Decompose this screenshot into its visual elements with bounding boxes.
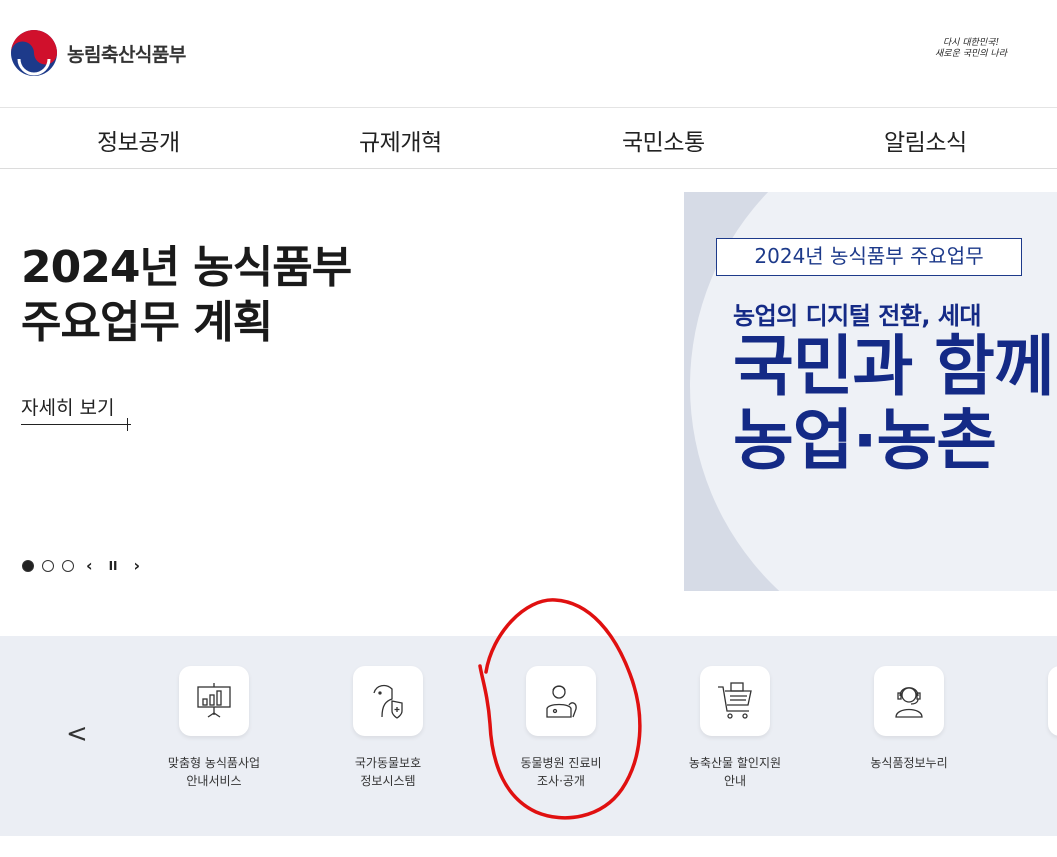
- veterinarian-icon: [546, 685, 577, 718]
- nav-item-regulatory-reform[interactable]: 규제개혁: [359, 123, 442, 157]
- service-item-animal-protection[interactable]: 국가동물보호 정보시스템: [308, 666, 468, 790]
- slide-dot-1[interactable]: [22, 559, 34, 572]
- site-header: 농림축산식품부 다시 대한민국! 새로운 국민의 나라: [0, 0, 1057, 108]
- banner-subtitle: 농업의 디지털 전환, 세대: [733, 302, 981, 330]
- service-label: 스: [1003, 754, 1057, 772]
- service-item-discount-support[interactable]: 농축산물 할인지원 안내: [655, 666, 815, 790]
- banner-main-text: 국민과 함께 농업·농촌: [733, 328, 1055, 479]
- dog-shield-icon: [373, 684, 403, 719]
- hero-banner[interactable]: 2024년 농식품부 주요업무 농업의 디지털 전환, 세대 국민과 함께 농업…: [684, 192, 1057, 591]
- presentation-board-icon: [197, 683, 231, 718]
- hero-title-line-2: 주요업무 계획: [21, 297, 273, 348]
- slogan: 다시 대한민국! 새로운 국민의 나라: [926, 38, 1016, 60]
- view-details-plus-tick: [127, 418, 128, 431]
- banner-label-box: 2024년 농식품부 주요업무: [716, 238, 1022, 276]
- nav-item-news[interactable]: 알림소식: [884, 123, 967, 157]
- nav-item-info-disclosure[interactable]: 정보공개: [97, 123, 180, 157]
- services-prev-button[interactable]: <: [66, 719, 88, 749]
- slogan-line-2: 새로운 국민의 나라: [935, 49, 1007, 59]
- slide-dot-2[interactable]: [42, 559, 54, 572]
- service-label: 농식품정보누리: [870, 756, 948, 770]
- service-label: 동물병원 진료비 조사·공개: [520, 756, 602, 788]
- banner-main-line-1: 국민과 함께: [733, 328, 1055, 405]
- slide-prev-button[interactable]: ‹: [86, 556, 93, 575]
- service-label: 농축산물 할인지원 안내: [688, 756, 782, 788]
- main-nav: 정보공개 규제개혁 국민소통 알림소식: [0, 108, 1057, 169]
- view-details-underline: [21, 424, 131, 425]
- banner-main-line-2: 농업·농촌: [733, 402, 997, 479]
- shopping-cart-icon: [718, 682, 752, 719]
- slider-controls: ‹ II ›: [22, 556, 152, 575]
- slide-dot-3[interactable]: [62, 559, 74, 572]
- logo-text: 농림축산식품부: [67, 43, 186, 66]
- ministry-logo[interactable]: 농림축산식품부: [10, 29, 186, 77]
- service-label: 국가동물보호 정보시스템: [354, 756, 422, 788]
- service-item-custom-agri-food[interactable]: 맞춤형 농식품사업 안내서비스: [134, 666, 294, 790]
- headset-agent-icon: [895, 687, 923, 718]
- slogan-line-1: 다시 대한민국!: [942, 38, 1000, 48]
- service-label: 맞춤형 농식품사업 안내서비스: [167, 756, 261, 788]
- taegeuk-emblem-icon: [11, 30, 57, 76]
- hero-title-line-1: 2024년 농식품부: [21, 242, 352, 293]
- service-item-partial[interactable]: 스: [1003, 666, 1057, 772]
- slide-pause-button[interactable]: II: [109, 559, 118, 573]
- view-details-link[interactable]: 자세히 보기: [21, 393, 114, 420]
- service-item-food-info-nuri[interactable]: 농식품정보누리: [829, 666, 989, 772]
- service-item-vet-fees[interactable]: 동물병원 진료비 조사·공개: [481, 666, 641, 790]
- slide-next-button[interactable]: ›: [134, 556, 141, 575]
- hero-title: 2024년 농식품부 주요업무 계획: [21, 240, 352, 350]
- nav-item-public-communication[interactable]: 국민소통: [622, 123, 705, 157]
